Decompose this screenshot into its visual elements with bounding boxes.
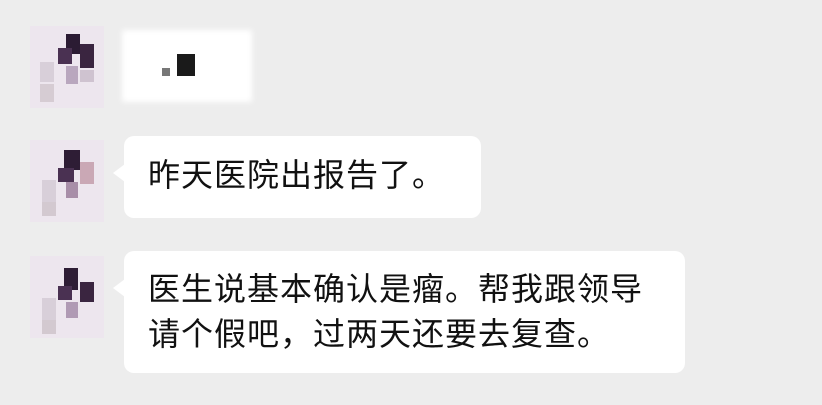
message-bubble[interactable]: 昨天医院出报告了。 <box>113 136 481 218</box>
chat-screen: 昨天医院出报告了。 医生说基本确认是瘤。帮我跟领导 请个假吧，过两天还要去复查。 <box>0 0 822 405</box>
message-text: 医生说基本确认是瘤。帮我跟领导 请个假吧，过两天还要去复查。 <box>148 270 644 353</box>
redaction-mark-small <box>162 68 170 76</box>
avatar[interactable] <box>30 140 104 222</box>
redaction-mark <box>177 54 195 76</box>
message-text: 昨天医院出报告了。 <box>148 156 446 194</box>
message-bubble-obscured[interactable] <box>122 30 252 102</box>
avatar[interactable] <box>30 256 104 338</box>
avatar[interactable] <box>30 26 104 108</box>
message-bubble[interactable]: 医生说基本确认是瘤。帮我跟领导 请个假吧，过两天还要去复查。 <box>113 251 685 373</box>
